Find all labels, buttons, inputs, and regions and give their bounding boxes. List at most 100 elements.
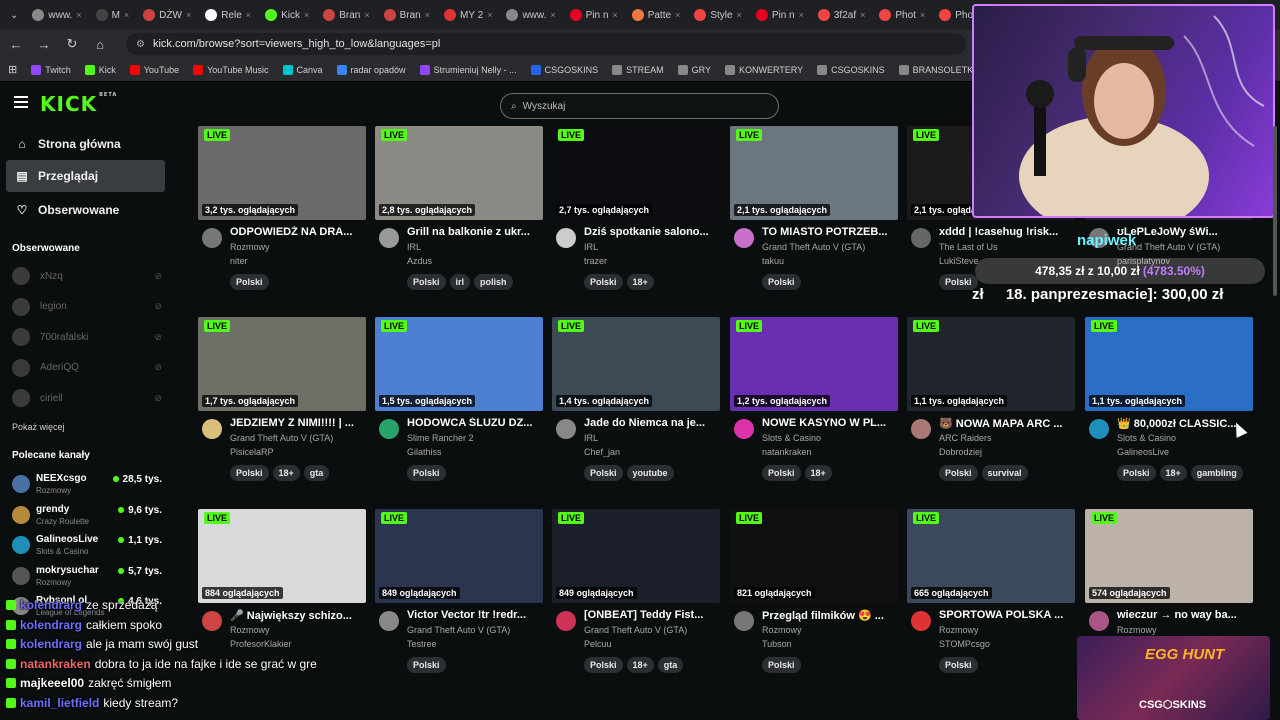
stream-thumbnail[interactable]: LIVE 849 oglądających — [375, 509, 543, 603]
channel-name[interactable]: Tubson — [762, 639, 792, 649]
tag-chip[interactable]: gta — [303, 465, 330, 481]
sidebar-item-following[interactable]: ♡ Obserwowane — [6, 194, 165, 226]
close-icon[interactable]: × — [246, 10, 251, 20]
tag-chip[interactable]: 18+ — [804, 465, 832, 481]
tag-chip[interactable]: Polski — [584, 465, 623, 481]
stream-title[interactable]: xddd | !casehug !risk... — [939, 226, 1073, 238]
channel-name[interactable]: Dobrodziej — [939, 447, 982, 457]
scrollbar[interactable] — [1272, 126, 1278, 720]
bookmark-item[interactable]: Canva — [282, 64, 323, 75]
tag-chip[interactable]: Polski — [762, 274, 801, 290]
tag-chip[interactable]: Polski — [230, 274, 269, 290]
avatar[interactable] — [556, 419, 576, 439]
stream-title[interactable]: 🐻 NOWA MAPA ARC ... — [939, 417, 1073, 430]
bookmark-item[interactable]: CSGOSKINS — [817, 64, 885, 75]
channel-name[interactable]: Chef_jan — [584, 447, 620, 457]
sidebar-item-home[interactable]: ⌂ Strona główna — [6, 128, 165, 160]
channel-name[interactable]: takuu — [762, 256, 784, 266]
reload-icon[interactable]: ↻ — [64, 36, 80, 52]
browser-tab[interactable]: MY 2 × — [438, 3, 498, 27]
close-icon[interactable]: × — [550, 10, 555, 20]
stream-title[interactable]: NOWE KASYNO W PL... — [762, 417, 896, 429]
menu-icon[interactable] — [14, 96, 28, 108]
stream-card[interactable]: LIVE 3,2 tys. oglądających ODPOWIEDŹ NA DR… — [198, 126, 366, 306]
tag-chip[interactable]: 18+ — [1159, 465, 1187, 481]
close-icon[interactable]: × — [799, 10, 804, 20]
recommended-channel[interactable]: GalineosLive Slots & Casino 1,1 tys. — [12, 532, 162, 560]
stream-card[interactable]: LIVE 1,1 tys. oglądających 👑 80,000zł CLAS… — [1085, 317, 1253, 497]
stream-card[interactable]: LIVE 1,1 tys. oglądających 🐻 NOWA MAPA ARC… — [907, 317, 1075, 497]
stream-card[interactable]: LIVE 2,8 tys. oglądających Grill na balkon… — [375, 126, 543, 306]
avatar[interactable] — [202, 419, 222, 439]
stream-card[interactable]: LIVE 1,7 tys. oglądających JEDZIEMY Z NIMI… — [198, 317, 366, 497]
recommended-channel[interactable]: mokrysuchar Rozmowy 5,7 tys. — [12, 563, 162, 591]
tag-chip[interactable]: Polski — [939, 657, 978, 673]
bookmark-item[interactable]: GRY — [677, 64, 711, 75]
stream-category[interactable]: Grand Theft Auto V (GTA) — [584, 625, 687, 635]
apps-grid-icon[interactable]: ⊞ — [8, 63, 17, 76]
search-input[interactable]: ⌕ Wyszukaj — [500, 93, 779, 119]
tag-chip[interactable]: Polski — [762, 465, 801, 481]
stream-title[interactable]: ODPOWIEDŹ NA DRA... — [230, 226, 364, 238]
tag-chip[interactable]: 18+ — [626, 274, 654, 290]
bookmark-item[interactable]: KONWERTERY — [724, 64, 803, 75]
stream-card[interactable]: LIVE 1,4 tys. oglądających Jade do Niemca … — [552, 317, 720, 497]
kick-logo[interactable]: KICK BETA — [40, 92, 117, 116]
close-icon[interactable]: × — [76, 10, 81, 20]
stream-category[interactable]: IRL — [584, 433, 598, 443]
stream-card[interactable]: LIVE 849 oglądających Victor Vector !tr !r… — [375, 509, 543, 689]
bookmark-item[interactable]: Twitch — [31, 64, 71, 75]
avatar[interactable] — [202, 228, 222, 248]
channel-name[interactable]: natankraken — [762, 447, 812, 457]
avatar[interactable] — [379, 228, 399, 248]
tag-chip[interactable]: Polski — [939, 465, 978, 481]
bookmark-item[interactable]: Strumieniuj Nelly - ... — [419, 64, 517, 75]
stream-category[interactable]: IRL — [407, 242, 421, 252]
browser-tab[interactable]: Kick × — [259, 3, 315, 27]
tag-chip[interactable]: Polski — [584, 274, 623, 290]
stream-category[interactable]: Grand Theft Auto V (GTA) — [407, 625, 510, 635]
stream-thumbnail[interactable]: LIVE 2,7 tys. oglądających — [552, 126, 720, 220]
avatar[interactable] — [1089, 419, 1109, 439]
browser-tab[interactable]: www. × — [26, 3, 87, 27]
avatar[interactable] — [911, 419, 931, 439]
stream-title[interactable]: TO MIASTO POTRZEB... — [762, 226, 896, 238]
channel-name[interactable]: Pelcuu — [584, 639, 612, 649]
stream-thumbnail[interactable]: LIVE 2,8 tys. oglądających — [375, 126, 543, 220]
browser-tab[interactable]: Pin n × — [750, 3, 810, 27]
close-icon[interactable]: × — [304, 10, 309, 20]
close-icon[interactable]: × — [487, 10, 492, 20]
browser-tab[interactable]: Bran × — [378, 3, 436, 27]
channel-name[interactable]: GalineosLive — [1117, 447, 1169, 457]
show-more-link[interactable]: Pokaż więcej — [12, 422, 65, 432]
stream-title[interactable]: Dziś spotkanie salono... — [584, 226, 718, 238]
tag-chip[interactable]: 18+ — [626, 657, 654, 673]
url-bar[interactable]: ⚙ kick.com/browse?sort=viewers_high_to_l… — [126, 33, 966, 55]
close-icon[interactable]: × — [186, 10, 191, 20]
tab-list-dropdown[interactable]: ⌄ — [4, 3, 24, 27]
followed-channel[interactable]: xNzq ⊘ — [12, 266, 162, 286]
scrollbar-thumb[interactable] — [1273, 126, 1277, 296]
close-icon[interactable]: × — [124, 10, 129, 20]
recommended-channel[interactable]: grendy Crazy Roulette 9,6 tys. — [12, 502, 162, 530]
bookmark-item[interactable]: STREAM — [612, 64, 664, 75]
channel-name[interactable]: Azdus — [407, 256, 432, 266]
browser-tab[interactable]: Pin n × — [564, 3, 624, 27]
followed-channel[interactable]: ciriell ⊘ — [12, 388, 162, 408]
stream-thumbnail[interactable]: LIVE 821 oglądających — [730, 509, 898, 603]
avatar[interactable] — [734, 611, 754, 631]
stream-category[interactable]: Grand Theft Auto V (GTA) — [762, 242, 865, 252]
followed-channel[interactable]: legion ⊘ — [12, 297, 162, 317]
stream-title[interactable]: HODOWCA ŚLUZU DZ... — [407, 417, 541, 429]
stream-thumbnail[interactable]: LIVE 1,1 tys. oglądających — [907, 317, 1075, 411]
channel-name[interactable]: trazer — [584, 256, 607, 266]
stream-thumbnail[interactable]: LIVE 665 oglądających — [907, 509, 1075, 603]
stream-title[interactable]: Jade do Niemca na je... — [584, 417, 718, 429]
stream-title[interactable]: Przegląd filmików 😍 ... — [762, 609, 896, 622]
stream-title[interactable]: Victor Vector !tr !redr... — [407, 609, 541, 621]
stream-thumbnail[interactable]: LIVE 1,2 tys. oglądających — [730, 317, 898, 411]
close-icon[interactable]: × — [860, 10, 865, 20]
close-icon[interactable]: × — [920, 10, 925, 20]
stream-card[interactable]: LIVE 849 oglądających [ONBEAT] Teddy Fist.… — [552, 509, 720, 689]
stream-title[interactable]: Grill na balkonie z ukr... — [407, 226, 541, 238]
